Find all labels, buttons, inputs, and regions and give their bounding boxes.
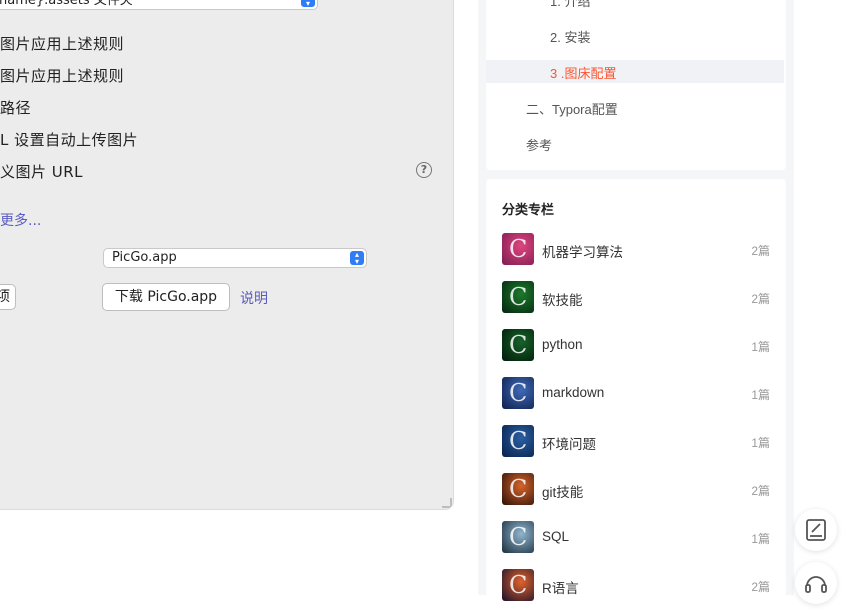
typora-preferences-screenshot: name}.assets 文件夹 ▴▾ 图片应用上述规则 图片应用上述规则 路径… <box>0 0 453 509</box>
category-count: 1篇 <box>751 532 770 546</box>
category-thumbnail: C <box>502 281 534 313</box>
category-item[interactable]: Cmarkdown 1篇 <box>502 377 772 411</box>
toc-item[interactable]: 二、Typora配置 <box>526 99 618 118</box>
category-item[interactable]: Cpython 1篇 <box>502 329 772 363</box>
category-logo-glyph: C <box>509 427 528 455</box>
category-name: markdown <box>542 385 605 400</box>
category-count: 2篇 <box>751 580 770 594</box>
toc-item[interactable]: 2. 安装 <box>550 27 590 46</box>
category-name: git技能 <box>542 485 584 500</box>
category-thumbnail: C <box>502 329 534 361</box>
option-relative-path[interactable]: 路径 <box>0 97 31 118</box>
download-picgo-button[interactable]: 下载 PicGo.app <box>102 283 230 311</box>
uploader-select-value: PicGo.app <box>112 250 177 265</box>
select-stepper-icon: ▴▾ <box>301 0 315 8</box>
category-columns-title: 分类专栏 <box>502 202 555 217</box>
category-thumbnail: C <box>502 569 534 601</box>
option-apply-network[interactable]: 图片应用上述规则 <box>0 65 124 86</box>
headset-icon <box>805 576 827 593</box>
category-logo-glyph: C <box>509 379 528 407</box>
category-name: 软技能 <box>542 293 583 308</box>
customer-service-button[interactable] <box>795 562 837 604</box>
category-item[interactable]: C SQL 1篇 <box>502 521 772 555</box>
toc-item[interactable]: 参考 <box>526 135 552 154</box>
category-logo-glyph: C <box>509 331 528 359</box>
category-item[interactable]: C 机器学习算法 2篇 <box>502 233 772 267</box>
table-of-contents: 1. 介绍 2. 安装 3 .图床配置 二、Typora配置 参考 <box>486 0 786 170</box>
category-count: 1篇 <box>751 340 770 354</box>
option-custom-url[interactable]: 义图片 URL <box>0 161 83 182</box>
toc-item-active[interactable]: 3 .图床配置 <box>550 63 616 82</box>
category-thumbnail: C <box>502 377 534 409</box>
category-thumbnail: C <box>502 521 534 553</box>
write-note-button[interactable] <box>795 509 837 551</box>
category-logo-glyph: C <box>509 283 528 311</box>
more-link[interactable]: 更多... <box>0 210 41 230</box>
category-name: python <box>542 337 583 352</box>
category-thumbnail: C <box>502 233 534 265</box>
toc-item[interactable]: 1. 介绍 <box>550 0 590 10</box>
category-name: R语言 <box>542 581 579 596</box>
category-columns-panel: 分类专栏 C 机器学习算法 2篇 C 软技能 2篇 Cpython 1篇 Cmarkdown 1篇… <box>486 179 786 609</box>
image-folder-select[interactable]: name}.assets 文件夹 ▴▾ <box>0 0 318 10</box>
image-folder-select-value: name}.assets 文件夹 <box>0 0 133 8</box>
category-logo-glyph: C <box>509 523 528 551</box>
uploader-select[interactable]: PicGo.app ▴ ▾ <box>103 248 367 268</box>
select-stepper-icon: ▴▾ <box>350 251 364 266</box>
category-count: 1篇 <box>751 388 770 402</box>
question-circle-icon[interactable]: ? <box>416 162 432 178</box>
category-item[interactable]: Cgit技能 2篇 <box>502 473 772 507</box>
category-name: 机器学习算法 <box>542 245 623 260</box>
edit-note-icon <box>806 519 826 541</box>
option-auto-upload[interactable]: L 设置自动上传图片 <box>0 129 138 150</box>
option-apply-local[interactable]: 图片应用上述规则 <box>0 33 124 54</box>
category-logo-glyph: C <box>509 571 528 599</box>
category-item[interactable]: C 环境问题 1篇 <box>502 425 772 459</box>
category-item[interactable]: C 软技能 2篇 <box>502 281 772 315</box>
category-logo-glyph: C <box>509 235 528 263</box>
left-cut-button[interactable]: 项 <box>0 284 16 310</box>
category-name: SQL <box>542 529 570 544</box>
category-count: 1篇 <box>751 436 770 450</box>
category-name: 环境问题 <box>542 437 596 452</box>
category-item[interactable]: C R语言 2篇 <box>502 569 772 603</box>
resize-grip-icon[interactable] <box>442 498 452 508</box>
explain-link[interactable]: 说明 <box>240 288 268 308</box>
category-thumbnail: C <box>502 425 534 457</box>
category-thumbnail: C <box>502 473 534 505</box>
category-logo-glyph: C <box>509 475 528 503</box>
category-count: 2篇 <box>751 292 770 306</box>
category-count: 2篇 <box>751 244 770 258</box>
category-count: 2篇 <box>751 484 770 498</box>
toc-active-highlight <box>486 60 784 83</box>
